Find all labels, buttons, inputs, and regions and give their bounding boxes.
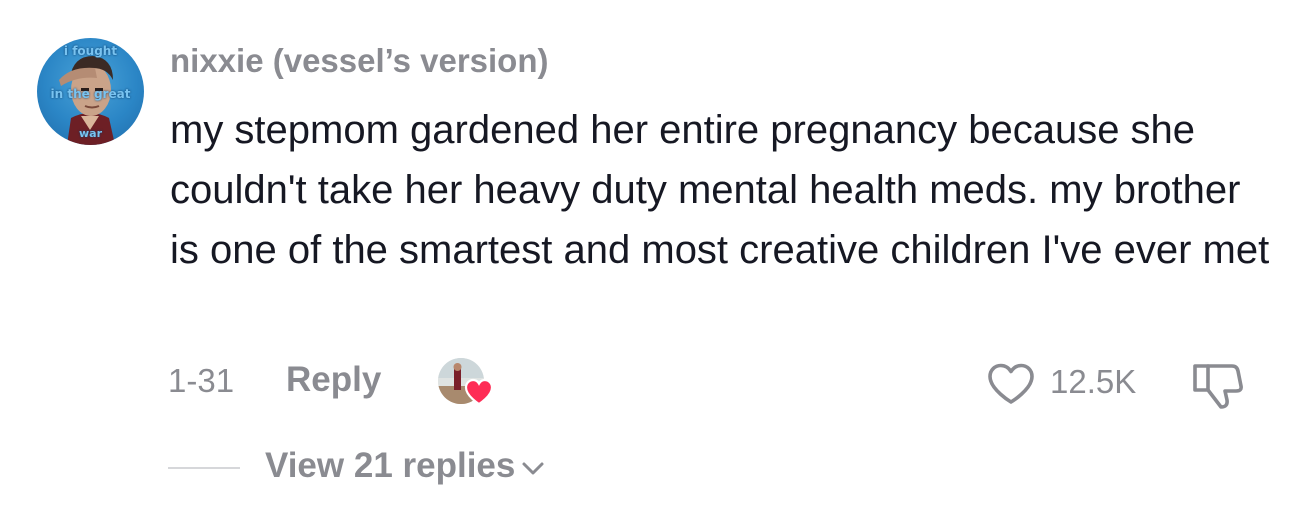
view-replies-button[interactable]: View 21 replies [265, 446, 547, 486]
chevron-down-icon [522, 462, 544, 475]
reply-button[interactable]: Reply [286, 360, 381, 400]
thumbs-down-icon[interactable] [1190, 360, 1246, 410]
avatar-caption-line: war [78, 127, 102, 140]
comment-actions: 1-31 Reply 12.5K [168, 358, 1268, 410]
replies-divider [168, 467, 240, 469]
comment-date: 1-31 [168, 362, 235, 399]
heart-filled-icon [464, 378, 494, 406]
view-replies-label: View 21 replies [265, 446, 516, 485]
like-count: 12.5K [1050, 363, 1137, 400]
comment-text: my stepmom gardened her entire pregnancy… [170, 108, 1270, 272]
creator-liked-badge [438, 358, 500, 408]
avatar-caption-line: in the great [50, 87, 131, 101]
view-replies-row: View 21 replies [168, 442, 768, 492]
comment-username[interactable]: nixxie (vessel’s version) [170, 42, 549, 80]
avatar-caption-line: i fought [63, 44, 118, 58]
user-avatar[interactable]: i fought in the great war [37, 38, 144, 145]
heart-outline-icon [988, 363, 1034, 404]
comment-item: i fought in the great war nixxie (vessel… [0, 0, 1290, 522]
